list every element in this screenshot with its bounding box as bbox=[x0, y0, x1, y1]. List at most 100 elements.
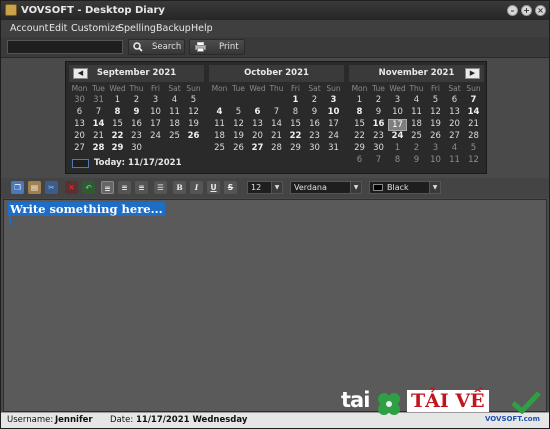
calendar-day[interactable]: 20 bbox=[445, 119, 464, 129]
calendar-day[interactable]: 27 bbox=[445, 131, 464, 141]
calendar-day[interactable]: 16 bbox=[369, 119, 388, 129]
calendar-day[interactable]: 29 bbox=[350, 143, 369, 153]
calendar-day[interactable]: 8 bbox=[350, 107, 369, 117]
calendar-day[interactable]: 25 bbox=[210, 143, 229, 153]
calendar-day[interactable]: 28 bbox=[89, 143, 108, 153]
calendar-day[interactable]: 2 bbox=[407, 143, 426, 153]
calendar-day[interactable]: 6 bbox=[350, 155, 369, 165]
calendar-day[interactable]: 5 bbox=[184, 95, 203, 105]
maximize-icon[interactable]: + bbox=[521, 5, 532, 16]
italic-icon[interactable]: I bbox=[190, 181, 203, 194]
calendar-day[interactable]: 29 bbox=[286, 143, 305, 153]
calendar-day[interactable]: 1 bbox=[350, 95, 369, 105]
calendar-day[interactable]: 11 bbox=[165, 107, 184, 117]
calendar-day[interactable]: 27 bbox=[248, 143, 267, 153]
calendar-day[interactable]: 1 bbox=[388, 143, 407, 153]
calendar-day[interactable]: 22 bbox=[350, 131, 369, 141]
calendar-day[interactable]: 17 bbox=[388, 119, 407, 131]
calendar-day[interactable]: 17 bbox=[324, 119, 343, 129]
calendar-day[interactable]: 5 bbox=[229, 107, 248, 117]
calendar-day[interactable]: 11 bbox=[407, 107, 426, 117]
calendar-day[interactable]: 9 bbox=[369, 107, 388, 117]
calendar-day[interactable]: 1 bbox=[108, 95, 127, 105]
print-button[interactable]: Print bbox=[189, 39, 245, 55]
calendar-day[interactable]: 14 bbox=[89, 119, 108, 129]
align-center-icon[interactable]: ≡ bbox=[118, 181, 131, 194]
align-left-icon[interactable]: ≡ bbox=[101, 181, 114, 194]
chevron-down-icon[interactable]: ▼ bbox=[429, 182, 440, 193]
calendar-day[interactable]: 20 bbox=[248, 131, 267, 141]
calendar-day[interactable]: 28 bbox=[267, 143, 286, 153]
menu-customize[interactable]: Customize bbox=[71, 20, 121, 37]
calendar-day[interactable]: 17 bbox=[146, 119, 165, 129]
strikethrough-icon[interactable]: S bbox=[224, 181, 237, 194]
calendar-day[interactable]: 10 bbox=[388, 107, 407, 117]
undo-icon[interactable]: ↶ bbox=[82, 181, 95, 194]
calendar-day[interactable]: 10 bbox=[324, 107, 343, 117]
calendar-day[interactable]: 7 bbox=[89, 107, 108, 117]
calendar-day[interactable]: 13 bbox=[70, 119, 89, 129]
chevron-down-icon[interactable]: ▼ bbox=[350, 182, 361, 193]
calendar-day[interactable]: 23 bbox=[369, 131, 388, 141]
minimize-icon[interactable]: – bbox=[507, 5, 518, 16]
calendar-day[interactable]: 3 bbox=[426, 143, 445, 153]
calendar-day[interactable]: 23 bbox=[127, 131, 146, 141]
cut-icon[interactable]: ✂ bbox=[45, 181, 58, 194]
calendar-day[interactable]: 10 bbox=[426, 155, 445, 165]
bullet-list-icon[interactable]: ☰ bbox=[154, 181, 167, 194]
calendar-day[interactable]: 11 bbox=[210, 119, 229, 129]
font-size-select[interactable]: 12 ▼ bbox=[247, 181, 283, 194]
calendar-day[interactable]: 13 bbox=[248, 119, 267, 129]
align-right-icon[interactable]: ≡ bbox=[135, 181, 148, 194]
calendar-day[interactable]: 16 bbox=[305, 119, 324, 129]
calendar-day[interactable]: 22 bbox=[286, 131, 305, 141]
calendar-day[interactable]: 12 bbox=[426, 107, 445, 117]
calendar-day[interactable]: 14 bbox=[464, 107, 483, 117]
calendar-day[interactable]: 12 bbox=[464, 155, 483, 165]
calendar-day[interactable]: 1 bbox=[286, 95, 305, 105]
calendar-day[interactable]: 24 bbox=[388, 131, 407, 141]
calendar-day[interactable]: 3 bbox=[146, 95, 165, 105]
menu-edit[interactable]: Edit bbox=[49, 20, 67, 37]
calendar-day[interactable]: 25 bbox=[407, 131, 426, 141]
calendar-day[interactable]: 31 bbox=[324, 143, 343, 153]
diary-editor[interactable]: Write something here... bbox=[3, 199, 547, 412]
calendar-day[interactable]: 21 bbox=[267, 131, 286, 141]
calendar-day[interactable]: 20 bbox=[70, 131, 89, 141]
calendar-day[interactable]: 7 bbox=[369, 155, 388, 165]
calendar-day[interactable]: 15 bbox=[108, 119, 127, 129]
calendar-day[interactable]: 19 bbox=[184, 119, 203, 129]
calendar-day[interactable]: 2 bbox=[127, 95, 146, 105]
calendar-day[interactable]: 2 bbox=[369, 95, 388, 105]
font-color-select[interactable]: Black ▼ bbox=[369, 181, 441, 194]
bold-icon[interactable]: B bbox=[173, 181, 186, 194]
calendar-day[interactable]: 19 bbox=[426, 119, 445, 129]
underline-icon[interactable]: U bbox=[207, 181, 220, 194]
calendar-day[interactable]: 30 bbox=[305, 143, 324, 153]
prev-month-button[interactable]: ◀ bbox=[73, 68, 88, 79]
calendar-day[interactable]: 4 bbox=[210, 107, 229, 117]
menu-help[interactable]: Help bbox=[191, 20, 213, 37]
calendar-day[interactable]: 18 bbox=[165, 119, 184, 129]
calendar-day[interactable]: 29 bbox=[108, 143, 127, 153]
calendar-day[interactable]: 31 bbox=[89, 95, 108, 105]
menu-spelling[interactable]: Spelling bbox=[118, 20, 156, 37]
calendar-day[interactable]: 11 bbox=[445, 155, 464, 165]
menu-backup[interactable]: Backup bbox=[156, 20, 191, 37]
calendar-day[interactable]: 30 bbox=[369, 143, 388, 153]
calendar-day[interactable]: 4 bbox=[445, 143, 464, 153]
calendar-day[interactable]: 9 bbox=[305, 107, 324, 117]
calendar-day[interactable]: 23 bbox=[305, 131, 324, 141]
calendar-day[interactable]: 26 bbox=[184, 131, 203, 141]
copy-icon[interactable]: ❐ bbox=[11, 181, 24, 194]
calendar-day[interactable]: 16 bbox=[127, 119, 146, 129]
calendar-day[interactable]: 6 bbox=[248, 107, 267, 117]
calendar-day[interactable]: 15 bbox=[286, 119, 305, 129]
calendar-day[interactable]: 8 bbox=[108, 107, 127, 117]
calendar-day[interactable]: 5 bbox=[464, 143, 483, 153]
calendar-day[interactable]: 9 bbox=[127, 107, 146, 117]
calendar-day[interactable]: 21 bbox=[464, 119, 483, 129]
calendar-day[interactable]: 19 bbox=[229, 131, 248, 141]
calendar-day[interactable]: 22 bbox=[108, 131, 127, 141]
calendar-day[interactable]: 28 bbox=[464, 131, 483, 141]
